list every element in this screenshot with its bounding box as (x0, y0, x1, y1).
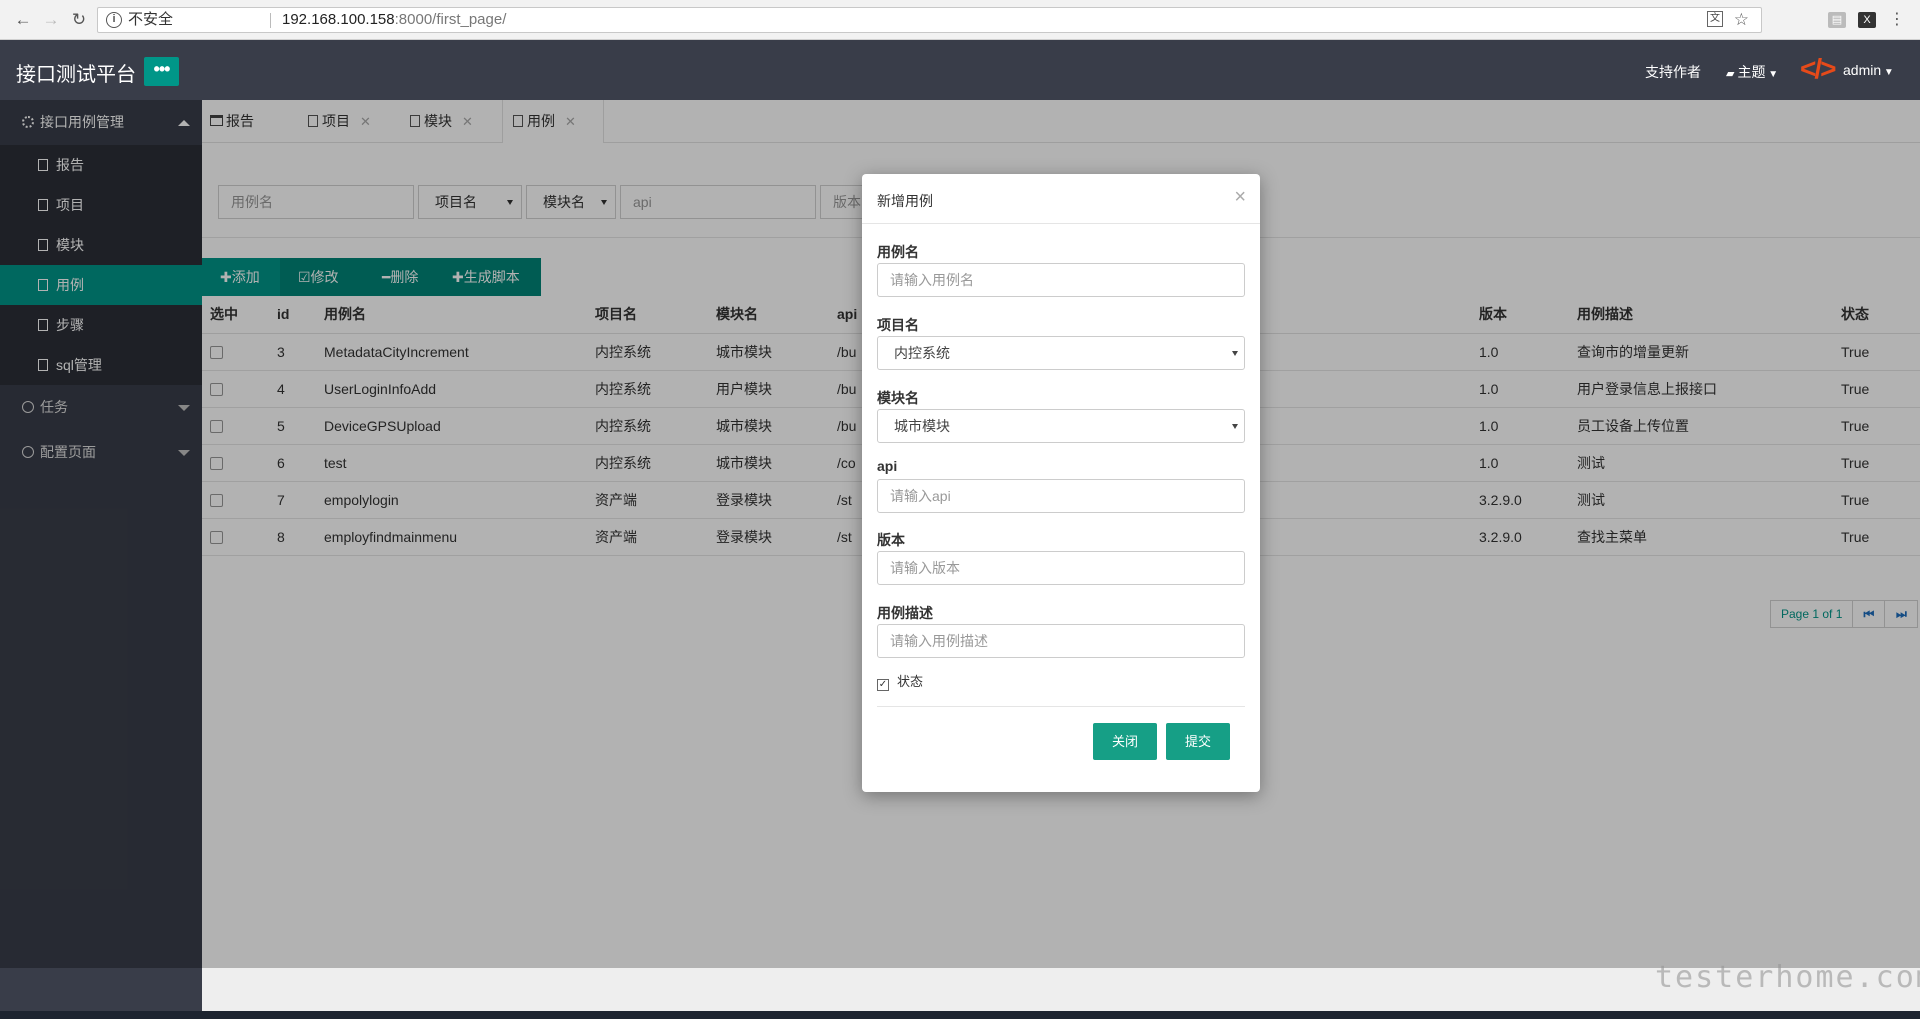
chevron-down-icon: ▼ (1881, 67, 1894, 78)
dialog-header: 新增用例 × (862, 174, 1260, 224)
extension-icon[interactable]: ▤ (1828, 12, 1846, 28)
code-logo-icon: </> (1800, 53, 1837, 84)
info-icon[interactable]: i (106, 12, 122, 28)
api-field[interactable]: 请输入api (877, 479, 1245, 513)
chevron-down-icon: ▼ (1765, 69, 1779, 80)
module-dropdown-value: 城市模块 (894, 418, 950, 434)
translate-icon[interactable]: 文 (1707, 11, 1723, 27)
insecure-label: 不安全 (128, 11, 174, 28)
chevron-down-icon (1232, 351, 1238, 356)
address-bar[interactable]: i 不安全 192.168.100.158:8000/first_page/ 文… (97, 7, 1762, 33)
description-field[interactable]: 请输入用例描述 (877, 624, 1245, 658)
description-label: 用例描述 (877, 605, 933, 621)
case-name-label: 用例名 (877, 244, 919, 260)
add-case-dialog: 新增用例 × 用例名 请输入用例名 项目名 内控系统 模块名 城市模块 api … (862, 174, 1260, 792)
status-checkbox[interactable]: ✓ (877, 679, 889, 691)
taskbar-strip (0, 1011, 1920, 1019)
watermark: testerhome.com (1655, 960, 1920, 995)
api-label: api (877, 458, 898, 474)
close-icon[interactable]: × (1234, 186, 1246, 209)
status-row: ✓ 状态 (877, 671, 923, 691)
menu-toggle-button[interactable]: ••• (144, 57, 179, 86)
close-button[interactable]: 关闭 (1093, 723, 1157, 760)
case-name-field[interactable]: 请输入用例名 (877, 263, 1245, 297)
theme-menu[interactable]: ▰ 主题 ▼ (1726, 62, 1778, 82)
project-dropdown[interactable]: 内控系统 (877, 336, 1245, 370)
user-menu[interactable]: admin ▼ (1843, 62, 1894, 78)
theme-label: 主题 (1737, 64, 1766, 80)
back-icon[interactable]: ← (12, 9, 34, 31)
url-separator (270, 13, 271, 28)
version-field[interactable]: 请输入版本 (877, 551, 1245, 585)
project-label: 项目名 (877, 317, 919, 333)
dialog-divider (877, 706, 1245, 707)
module-dropdown[interactable]: 城市模块 (877, 409, 1245, 443)
excel-extension-icon[interactable]: X (1858, 12, 1876, 28)
bookmark-star-icon[interactable]: ☆ (1734, 8, 1749, 32)
reload-icon[interactable]: ↻ (68, 9, 90, 31)
url-host: 192.168.100.158 (282, 11, 395, 28)
submit-button[interactable]: 提交 (1166, 723, 1230, 760)
app-brand: 接口测试平台 (16, 64, 136, 86)
url-path: :8000/first_page/ (394, 11, 507, 28)
status-label: 状态 (897, 674, 924, 689)
url-text: 192.168.100.158:8000/first_page/ (282, 8, 506, 32)
forward-icon[interactable]: → (40, 9, 62, 31)
app-header: 接口测试平台 ••• 支持作者 ▰ 主题 ▼ </> admin ▼ (0, 40, 1920, 100)
chevron-down-icon (1232, 424, 1238, 429)
version-label: 版本 (877, 532, 905, 548)
browser-chrome: ← → ↻ i 不安全 192.168.100.158:8000/first_p… (0, 0, 1920, 40)
dialog-title: 新增用例 (877, 193, 933, 209)
user-name: admin (1843, 62, 1882, 78)
support-author-link[interactable]: 支持作者 (1645, 62, 1701, 82)
project-dropdown-value: 内控系统 (894, 345, 950, 361)
browser-menu-icon[interactable]: ⋮ (1888, 12, 1906, 28)
module-label: 模块名 (877, 390, 919, 406)
theme-icon: ▰ (1726, 68, 1738, 80)
